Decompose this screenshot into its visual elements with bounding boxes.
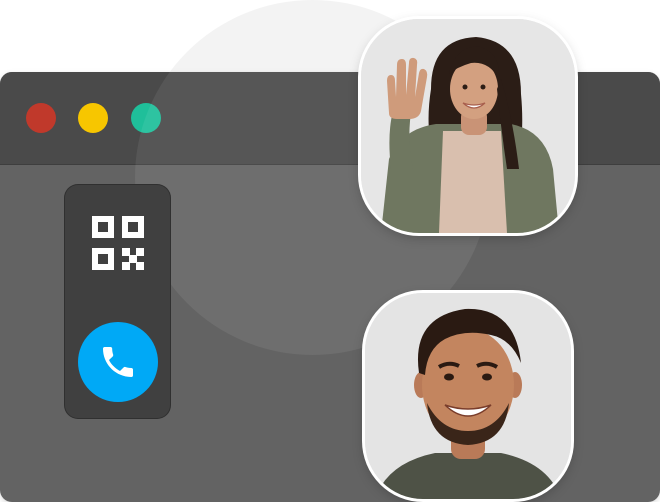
maximize-window-button[interactable] [131, 103, 161, 133]
close-window-button[interactable] [26, 103, 56, 133]
qr-code-icon [92, 216, 144, 270]
phone-icon [103, 347, 133, 377]
participant-video-woman[interactable] [361, 19, 575, 233]
participant-man-photo [365, 293, 571, 499]
start-call-button[interactable] [78, 322, 158, 402]
participant-woman-photo [361, 19, 575, 233]
minimize-window-button[interactable] [78, 103, 108, 133]
qr-code-button[interactable] [90, 214, 146, 274]
call-sidebar [64, 184, 171, 419]
participant-video-man[interactable] [365, 293, 571, 499]
